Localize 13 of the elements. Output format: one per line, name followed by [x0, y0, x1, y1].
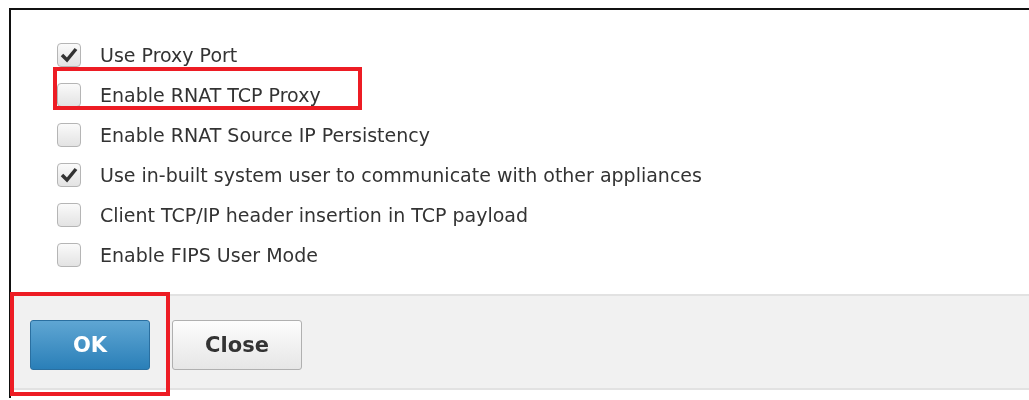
checkbox[interactable]: [57, 243, 81, 267]
checkbox-label: Enable RNAT TCP Proxy: [100, 84, 321, 106]
checkbox-label: Use Proxy Port: [100, 44, 238, 66]
checkbox[interactable]: [57, 43, 81, 67]
checkbox[interactable]: [57, 123, 81, 147]
checkbox[interactable]: [57, 203, 81, 227]
close-button[interactable]: Close: [172, 320, 302, 370]
checkbox-label: Client TCP/IP header insertion in TCP payload: [100, 204, 529, 226]
checkbox-label: Enable RNAT Source IP Persistency: [100, 124, 430, 146]
checkbox[interactable]: [57, 83, 81, 107]
checkbox[interactable]: [57, 163, 81, 187]
checkbox-label: Enable FIPS User Mode: [100, 244, 318, 266]
checkbox-label: Use in-built system user to communicate with other appliances: [100, 164, 702, 186]
